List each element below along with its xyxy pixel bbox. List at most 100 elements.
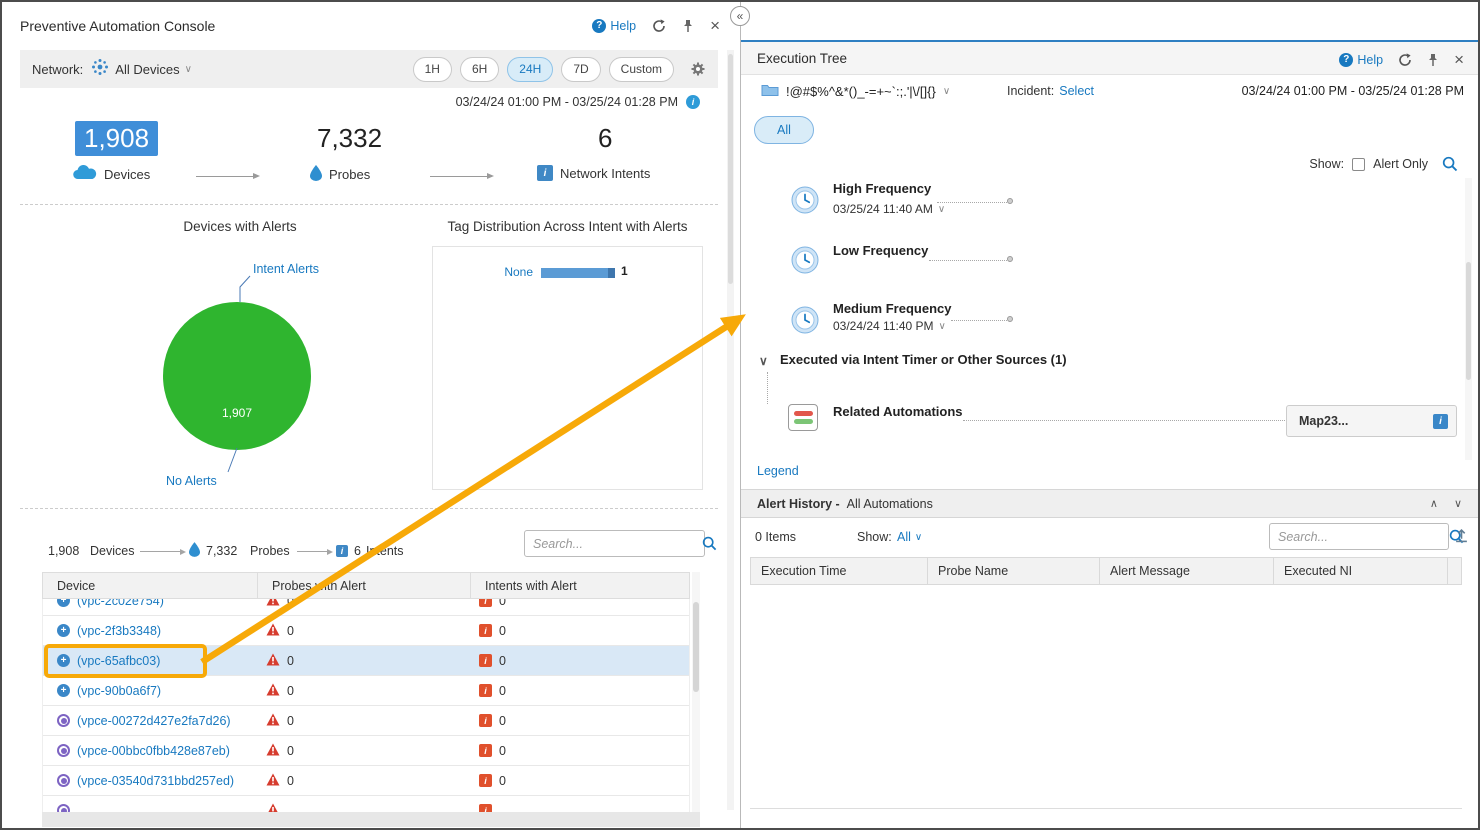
tree-node-medium-frequency[interactable]: Medium Frequency [833,301,951,316]
tree-node-timestamp[interactable]: 03/25/24 11:40 AM∨ [833,202,945,216]
device-link[interactable]: (vpc-2c02e754) [77,599,164,608]
vpc-device-icon: + [57,599,70,607]
tree-connector [767,372,768,404]
tree-node-related-automations[interactable]: Related Automations [833,404,963,419]
network-selector[interactable]: All Devices ∨ [115,62,192,77]
table-row[interactable]: +(vpc-2f3b3348) 0 i0 [43,616,689,646]
items-count: 0 Items [755,530,796,544]
col-execution-time[interactable]: Execution Time [751,558,928,584]
tree-node-high-frequency[interactable]: High Frequency [833,181,931,196]
device-link[interactable]: (vpce-00bbc0fbb428e87eb) [77,744,230,758]
device-link[interactable]: (vpce-00272d427e2fa7d26) [77,714,231,728]
chevron-down-icon[interactable]: ∨ [759,354,768,368]
tab-all[interactable]: All [754,116,814,144]
pin-icon[interactable] [682,19,694,33]
help-label: Help [610,19,636,33]
flow-arrow [140,551,184,552]
collapse-panel-button[interactable]: « [730,6,750,26]
tree-section-title[interactable]: Executed via Intent Timer or Other Sourc… [780,352,1067,367]
close-icon[interactable]: × [1454,51,1464,68]
time-range-7d[interactable]: 7D [561,57,600,82]
tree-node-low-frequency[interactable]: Low Frequency [833,243,928,258]
device-link[interactable]: (vpc-2f3b3348) [77,624,161,638]
col-executed-ni[interactable]: Executed NI [1274,558,1448,584]
help-label: Help [1357,53,1383,67]
alert-triangle-icon [266,743,280,759]
time-range-1h[interactable]: 1H [413,57,452,82]
device-table: Device Probes with Alert Intents with Al… [42,572,690,812]
table-row-partial[interactable]: i [43,796,689,812]
incident-select-link[interactable]: Select [1059,84,1094,98]
export-icon[interactable] [1454,528,1469,543]
pie-label-intent-alerts[interactable]: Intent Alerts [253,262,319,276]
flow-arrow [196,176,258,177]
device-link[interactable]: (vpce-03540d731bbd257ed) [77,774,234,788]
legend-link[interactable]: Legend [757,464,799,478]
alert-only-label: Alert Only [1373,157,1428,171]
probe-icon [310,165,322,184]
map-path-selector[interactable]: !@#$%^&*()_-=+~`:;.'|\/[]{} ∨ [761,83,950,99]
table-row-selected[interactable]: +(vpc-65afbc03) 0 i0 [43,646,689,676]
search-icon[interactable] [702,536,724,551]
pie-label-no-alerts[interactable]: No Alerts [166,474,217,488]
info-icon[interactable]: i [686,95,700,109]
pie-center-value: 1,907 [197,406,277,420]
alert-triangle-icon [266,803,280,813]
tree-node-timestamp[interactable]: 03/24/24 11:40 PM∨ [833,319,946,333]
col-probe-name[interactable]: Probe Name [928,558,1100,584]
search-icon[interactable] [1442,156,1458,172]
time-range-24h[interactable]: 24H [507,57,553,82]
chevron-down-icon[interactable]: ∨ [1454,497,1462,510]
col-alert-message[interactable]: Alert Message [1100,558,1274,584]
device-search [524,530,705,557]
tree-node-dot [1007,256,1013,262]
table-row[interactable]: +(vpc-90b0a6f7) 0 i0 [43,676,689,706]
vpc-device-icon: + [57,624,70,637]
show-filter-dropdown[interactable]: All ∨ [897,530,922,544]
tag-bar[interactable] [541,268,615,278]
pin-icon[interactable] [1427,53,1439,67]
network-icon [91,58,109,81]
alert-only-checkbox[interactable] [1352,158,1365,171]
device-link[interactable]: (vpc-90b0a6f7) [77,684,161,698]
timer-clock-icon [791,246,819,274]
search-input[interactable] [1270,530,1449,544]
tree-connector [951,320,1007,321]
device-link[interactable]: (vpc-65afbc03) [77,654,160,668]
table-row[interactable]: +(vpc-2c02e754) 0 i0 [43,599,689,616]
tree-connector [937,202,1007,203]
tag-category-label[interactable]: None [463,265,533,279]
table-row[interactable]: (vpce-00bbc0fbb428e87eb) 0 i0 [43,736,689,766]
tree-scrollbar[interactable] [1465,178,1472,460]
alert-triangle-icon [266,599,280,609]
horizontal-scrollbar[interactable] [42,812,700,827]
time-range-6h[interactable]: 6H [460,57,499,82]
vpce-device-icon [57,744,70,757]
alert-history-search [1269,523,1449,550]
table-scrollbar[interactable] [692,572,700,812]
table-row[interactable]: (vpce-00272d427e2fa7d26) 0 i0 [43,706,689,736]
time-range-custom[interactable]: Custom [609,57,674,82]
chevron-down-icon: ∨ [938,204,945,215]
help-button[interactable]: ? Help [592,19,636,33]
col-intents-with-alert[interactable]: Intents with Alert [471,573,689,598]
show-label: Show: [857,530,892,544]
refresh-icon[interactable] [1398,53,1412,67]
search-input[interactable] [525,537,702,551]
col-device[interactable]: Device [43,573,258,598]
col-probes-with-alert[interactable]: Probes with Alert [258,573,471,598]
table-row[interactable]: (vpce-03540d731bbd257ed) 0 i0 [43,766,689,796]
help-button[interactable]: ? Help [1339,53,1383,67]
close-icon[interactable]: × [710,17,720,34]
intent-info-icon[interactable]: i [1433,414,1448,429]
chevron-up-icon[interactable]: ∧ [1430,497,1438,510]
devices-stat-label: Devices [104,167,150,182]
table-header: Device Probes with Alert Intents with Al… [42,572,690,599]
panel-scrollbar[interactable] [727,50,734,810]
intent-alert-icon: i [479,654,492,667]
incident-label: Incident: [1007,84,1054,98]
devices-alerts-pie-chart[interactable]: Intent Alerts 1,907 No Alerts [100,240,380,500]
refresh-icon[interactable] [652,19,666,33]
map-node-card[interactable]: Map23... i [1286,405,1457,437]
gear-icon[interactable] [690,61,706,77]
